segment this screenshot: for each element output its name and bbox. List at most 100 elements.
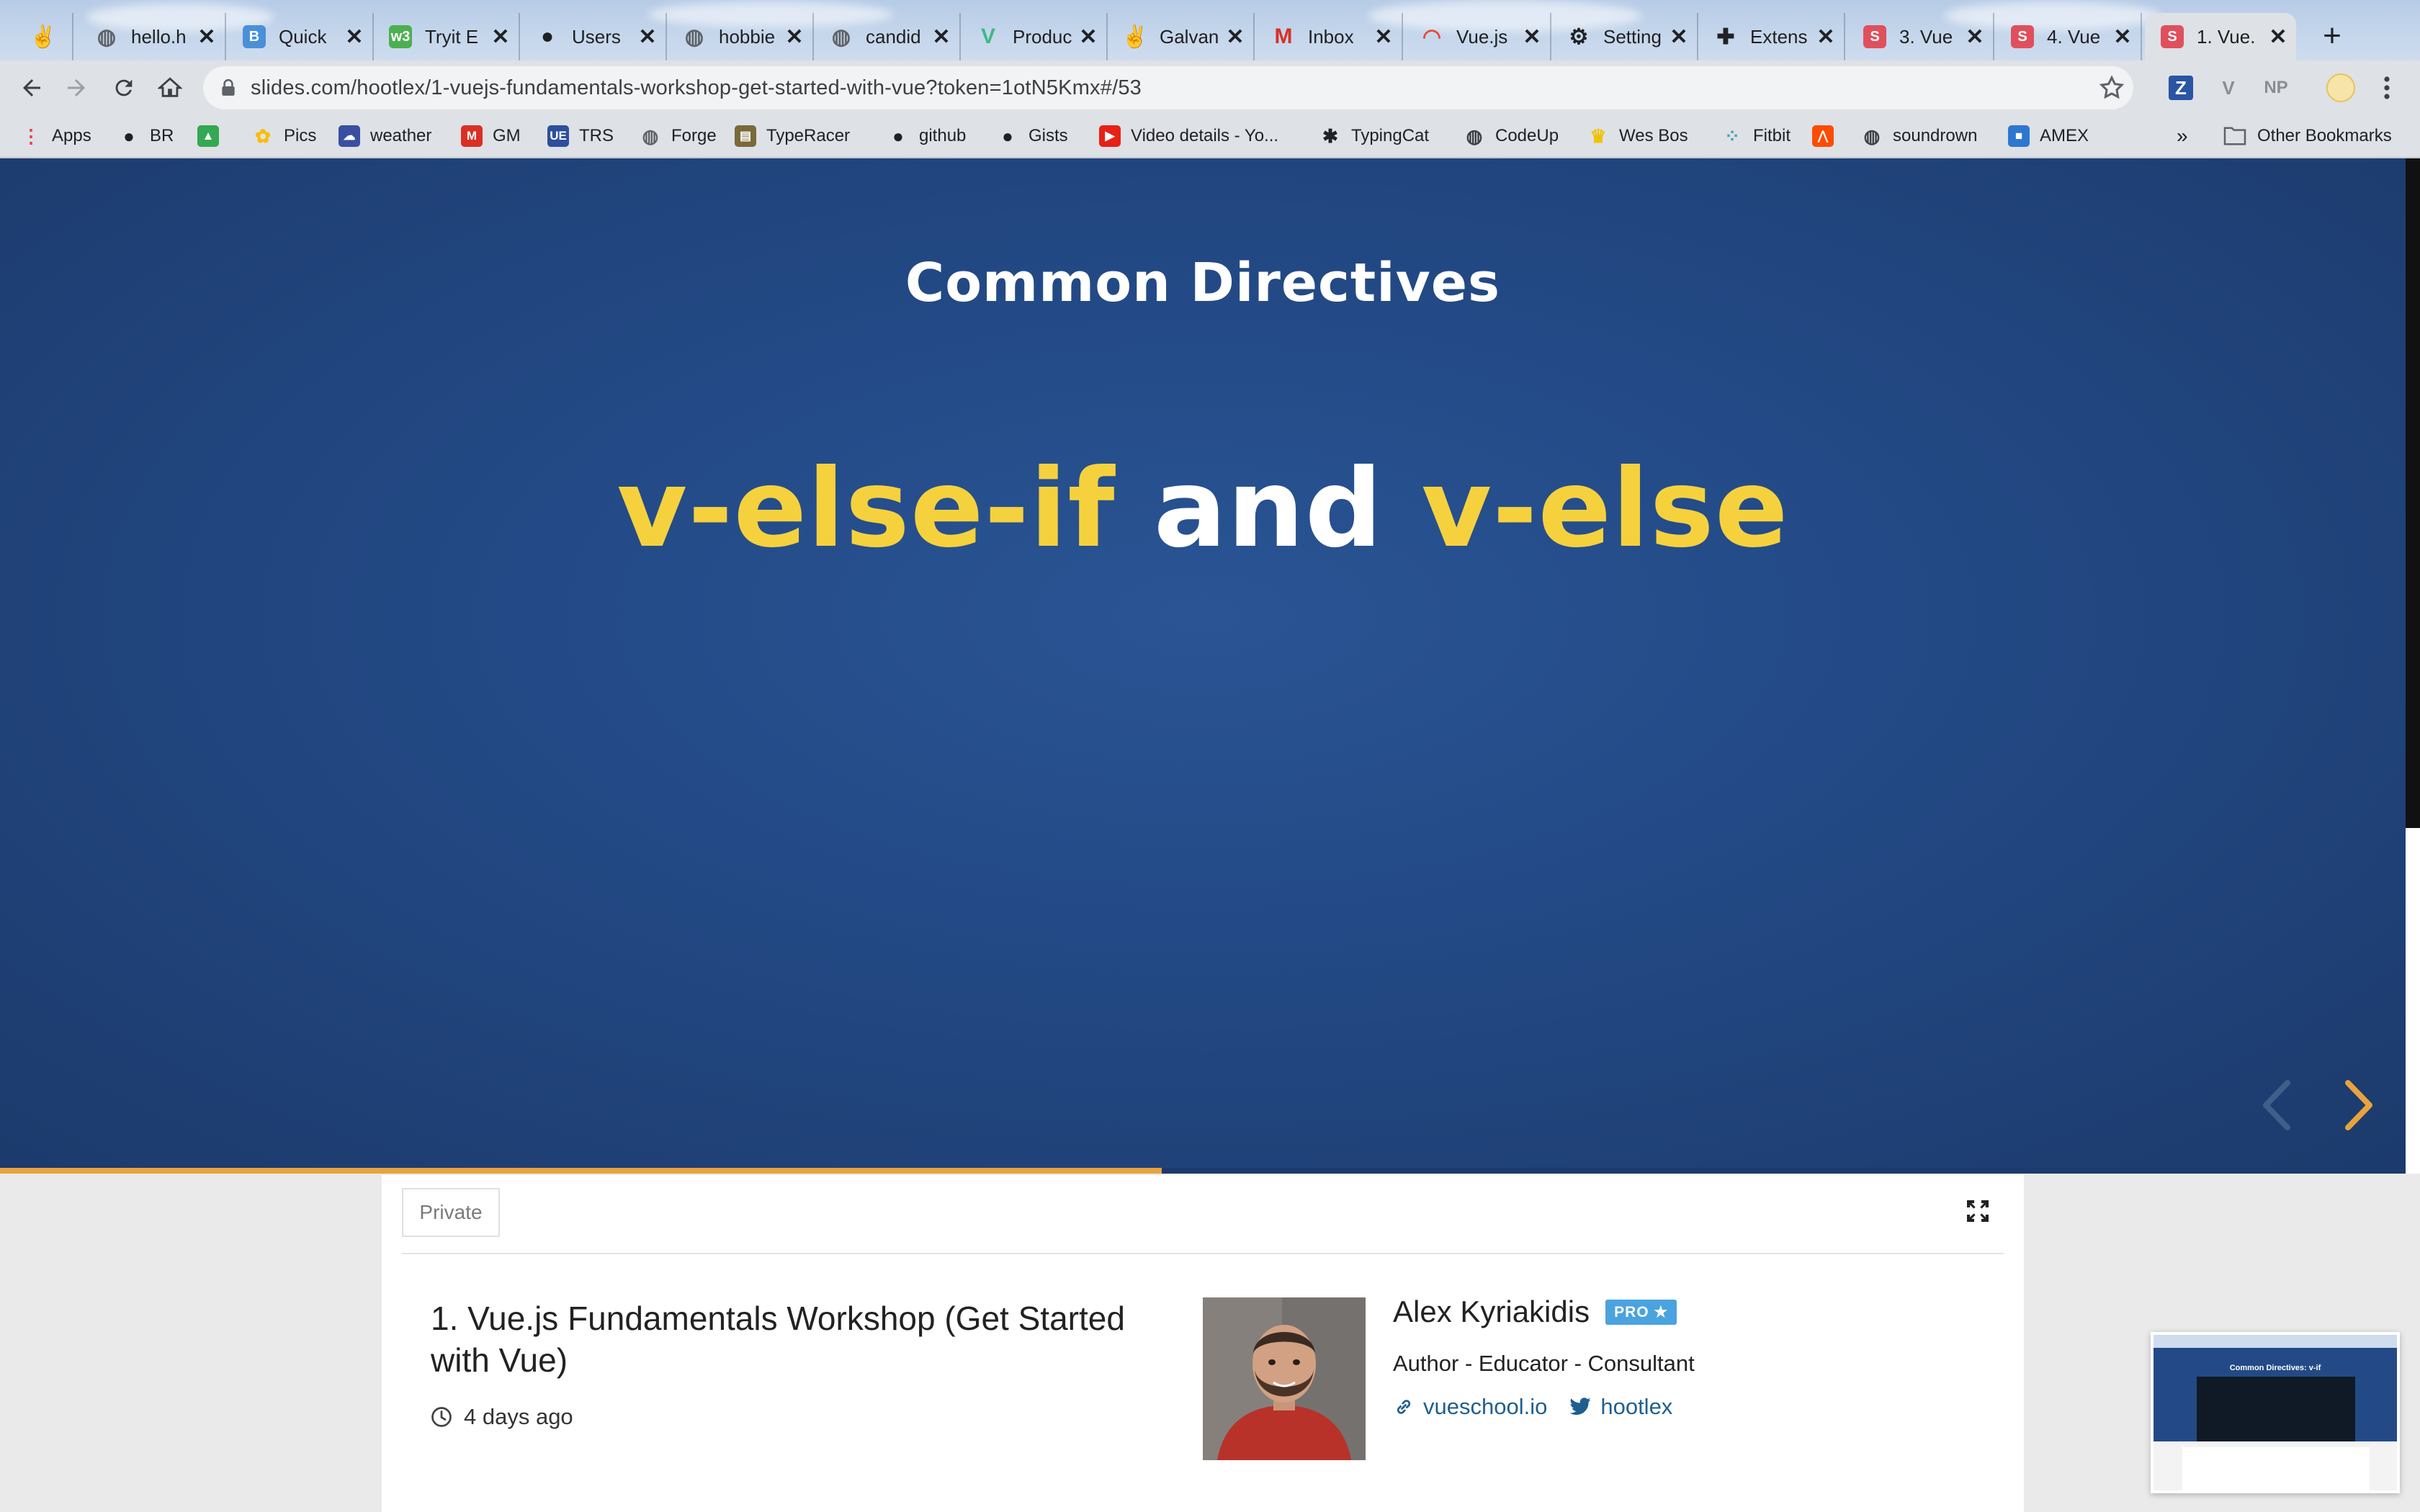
bookmark-item[interactable]: ◍ Forge — [640, 121, 717, 151]
tab-title: hello.h — [131, 25, 187, 48]
bookmark-item[interactable]: ☁ weather — [339, 121, 431, 151]
bookmark-item[interactable]: ● Gists — [997, 121, 1068, 151]
paw-icon: ✱ — [1322, 125, 1338, 147]
zotero-extension-button[interactable]: Z — [2164, 71, 2198, 105]
back-button[interactable] — [14, 71, 49, 105]
bookmark-label: TRS — [579, 126, 614, 145]
browser-tab[interactable]: V Produc ✕ — [961, 13, 1108, 60]
address-bar[interactable]: slides.com/hootlex/1-vuejs-fundamentals-… — [203, 66, 2133, 109]
other-bookmarks-folder[interactable]: Other Bookmarks — [2223, 121, 2392, 151]
deck-title[interactable]: 1. Vue.js Fundamentals Workshop (Get Sta… — [431, 1297, 1151, 1381]
bookmark-item[interactable]: ◍ soundrown — [1861, 121, 1978, 151]
bookmark-item[interactable]: ⋀ — [1812, 121, 1844, 151]
author-name: Alex Kyriakidis PRO ★ — [1393, 1295, 1677, 1329]
tab-title: candid — [866, 25, 921, 48]
close-tab-icon[interactable]: ✕ — [342, 24, 367, 50]
browser-tab[interactable]: ◍ candid ✕ — [814, 13, 961, 60]
next-slide-arrow-icon[interactable] — [2334, 1073, 2384, 1138]
browser-tab[interactable]: ● Users ✕ — [520, 13, 667, 60]
tab-title: Produc — [1013, 25, 1072, 48]
reload-button[interactable] — [107, 71, 141, 105]
browser-tab[interactable]: w3 Tryit E ✕ — [373, 13, 520, 60]
bookmark-label: Wes Bos — [1619, 126, 1688, 145]
bookmark-item[interactable]: ● BR — [118, 121, 174, 151]
bookmark-item[interactable]: ▤ TypeRacer — [735, 121, 850, 151]
slide-heading: Common Directives — [905, 252, 1501, 314]
browser-tab[interactable]: S 4. Vue ✕ — [1995, 13, 2142, 60]
prev-slide-arrow-icon[interactable] — [2251, 1073, 2302, 1138]
bookmark-item[interactable]: ✿ Pics — [252, 121, 316, 151]
tab-title: Vue.js — [1456, 25, 1508, 48]
bookmark-item[interactable]: ● github — [887, 121, 966, 151]
lock-icon — [222, 78, 235, 96]
slide-progress-bar — [0, 1168, 2406, 1174]
browser-tab[interactable]: B Quick ✕ — [227, 13, 374, 60]
close-tab-icon[interactable]: ✕ — [1667, 24, 1691, 50]
browser-tab[interactable]: ✌ Galvan ✕ — [1108, 13, 1255, 60]
browser-tab[interactable]: S 3. Vue ✕ — [1847, 13, 1994, 60]
bookmark-star-icon[interactable] — [2097, 73, 2126, 102]
close-tab-icon[interactable]: ✕ — [1223, 24, 1247, 50]
bookmark-item[interactable]: ◍ CodeUp — [1464, 121, 1559, 151]
amex-icon: ■ — [2008, 125, 2030, 147]
author-avatar[interactable] — [1203, 1297, 1366, 1460]
close-tab-icon[interactable]: ✕ — [1520, 24, 1544, 50]
bookmark-item[interactable]: ▶ Video details - Yo... — [1099, 121, 1278, 151]
tab-title: 3. Vue — [1899, 25, 1953, 48]
bookmark-label: Forge — [671, 126, 717, 145]
author-name-text[interactable]: Alex Kyriakidis — [1393, 1295, 1590, 1329]
tab-title: hobbie — [719, 25, 776, 48]
browser-tab[interactable]: ✌ — [16, 13, 73, 60]
bookmark-item[interactable]: ✱ TypingCat — [1319, 121, 1429, 151]
browser-menu-button[interactable] — [2370, 71, 2404, 105]
browser-tab[interactable]: M Inbox ✕ — [1256, 13, 1403, 60]
close-tab-icon[interactable]: ✕ — [1076, 24, 1101, 50]
fullscreen-icon[interactable] — [1963, 1197, 1992, 1225]
browser-tab[interactable]: S 1. Vue. ✕ — [2145, 13, 2296, 60]
bookmark-item[interactable]: ▲ — [197, 121, 229, 151]
close-tab-icon[interactable]: ✕ — [2266, 24, 2290, 50]
bookmark-item[interactable]: ⁘ Fitbit — [1721, 121, 1791, 151]
bookmarks-overflow-button[interactable]: » — [2177, 121, 2188, 151]
bookmark-item[interactable]: ■ AMEX — [2008, 121, 2089, 151]
close-tab-icon[interactable]: ✕ — [488, 24, 513, 50]
bookmark-item[interactable]: M GM — [461, 121, 521, 151]
bookmark-label: Video details - Yo... — [1131, 126, 1279, 145]
home-icon — [158, 77, 182, 97]
weather-icon: ☁ — [339, 125, 360, 147]
preview-slide-heading: Common Directives: v-if — [2229, 1364, 2321, 1372]
browser-tab[interactable]: ◍ hello.h ✕ — [79, 13, 226, 60]
puzzle-icon: ✚ — [1716, 24, 1735, 49]
clock-icon — [431, 1407, 452, 1427]
w3-icon: w3 — [389, 25, 412, 48]
close-tab-icon[interactable]: ✕ — [929, 24, 954, 50]
page-scrollbar-thumb[interactable] — [2406, 828, 2420, 1174]
browser-tab[interactable]: ◍ hobbie ✕ — [667, 13, 814, 60]
bookmark-label: soundrown — [1893, 126, 1978, 145]
bookmark-item[interactable]: ♛ Wes Bos — [1587, 121, 1688, 151]
vue-devtools-extension-button[interactable]: V — [2211, 71, 2246, 105]
close-tab-icon[interactable]: ✕ — [782, 24, 807, 50]
bookmark-item[interactable]: UE TRS — [547, 121, 614, 151]
close-tab-icon[interactable]: ✕ — [1371, 24, 1396, 50]
close-tab-icon[interactable]: ✕ — [1963, 24, 1987, 50]
close-tab-icon[interactable]: ✕ — [2110, 24, 2135, 50]
website-link[interactable]: vueschool.io — [1393, 1394, 1547, 1420]
np-extension-button[interactable]: NP — [2259, 71, 2293, 105]
twitter-link[interactable]: hootlex — [1569, 1394, 1672, 1420]
browser-tab[interactable]: ✚ Extens ✕ — [1698, 13, 1845, 60]
slide-viewport: Common Directives v-else-if and v-else — [0, 158, 2406, 1174]
bookmark-item[interactable]: ⋮ Apps — [20, 121, 91, 151]
close-tab-icon[interactable]: ✕ — [1814, 24, 1838, 50]
close-tab-icon[interactable]: ✕ — [194, 24, 219, 50]
forward-button[interactable] — [59, 71, 94, 105]
back-arrow-icon — [23, 79, 40, 96]
picture-in-picture-preview[interactable]: Common Directives: v-if — [2151, 1332, 2400, 1493]
browser-tab[interactable]: ⚙ Setting ✕ — [1551, 13, 1698, 60]
close-tab-icon[interactable]: ✕ — [635, 24, 660, 50]
browser-tab[interactable]: ◠ Vue.js ✕ — [1404, 13, 1551, 60]
profile-button[interactable] — [2323, 71, 2358, 105]
home-button[interactable] — [153, 71, 187, 105]
bookmarks-bar: ⋮ Apps ● BR ▲ ✿ Pics ☁ weather M GM UE TRS ◍ Forge ▤ Typ… — [0, 115, 2420, 158]
new-tab-button[interactable]: + — [2312, 16, 2352, 56]
